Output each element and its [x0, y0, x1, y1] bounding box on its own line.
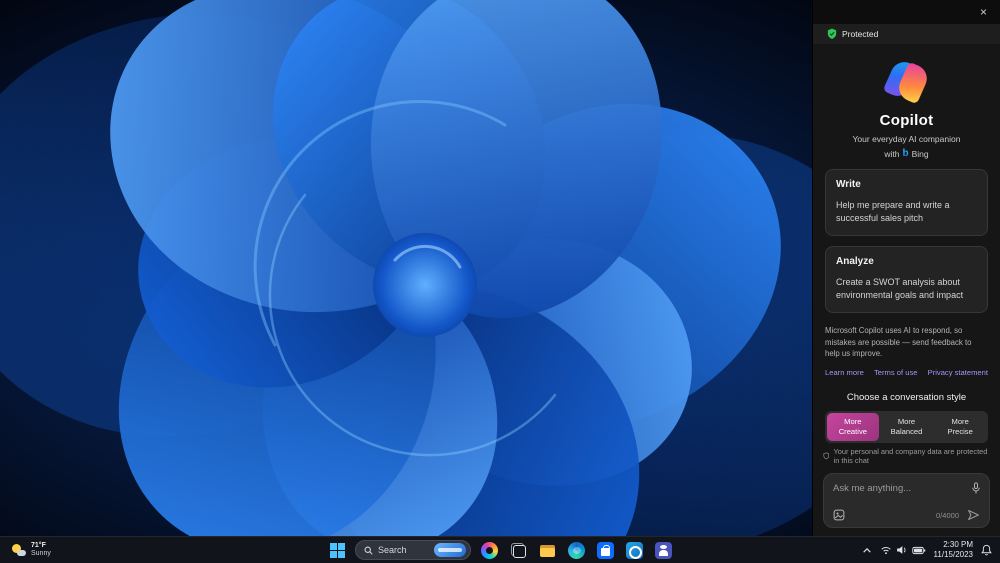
volume-icon — [896, 546, 906, 554]
shield-icon — [827, 28, 837, 39]
style-more-creative[interactable]: More Creative — [827, 413, 879, 441]
notification-bell-icon[interactable] — [981, 544, 992, 556]
start-button[interactable] — [326, 539, 348, 561]
search-icon — [364, 546, 373, 555]
add-image-icon[interactable] — [833, 509, 845, 521]
weather-condition: Sunny — [31, 550, 51, 557]
bing-label: Bing — [911, 148, 929, 159]
taskbar-app-edge[interactable] — [565, 539, 587, 561]
copilot-app-icon — [480, 541, 498, 559]
search-placeholder: Search — [378, 545, 407, 555]
clock[interactable]: 2:30 PM 11/15/2023 — [934, 540, 973, 559]
protected-banner: Protected — [813, 24, 1000, 44]
card-title: Write — [836, 179, 861, 190]
taskbar-app-copilot[interactable] — [478, 539, 500, 561]
ai-disclaimer: Microsoft Copilot uses AI to respond, so… — [825, 326, 972, 358]
battery-icon — [911, 546, 925, 554]
close-icon[interactable]: × — [976, 4, 991, 20]
chat-input-box: 0/4000 — [823, 473, 990, 528]
copilot-hero: Copilot Your everyday AI companion with … — [813, 57, 1000, 159]
terms-of-use-link[interactable]: Terms of use — [874, 368, 917, 377]
windows-desktop: × Protected Copilot Your everyday AI com… — [0, 0, 1000, 563]
shield-outline-icon — [823, 452, 830, 460]
learn-more-link[interactable]: Learn more — [825, 368, 864, 377]
copilot-title: Copilot — [879, 112, 934, 129]
legal-links: Learn more Terms of use Privacy statemen… — [825, 368, 988, 377]
send-icon[interactable] — [967, 509, 980, 521]
tray-time: 2:30 PM — [943, 540, 973, 550]
panel-topbar: × — [813, 0, 1000, 24]
style-more-precise[interactable]: More Precise — [934, 413, 986, 441]
outlook-icon — [625, 541, 643, 559]
suggestion-card-write[interactable]: Write Help me prepare and write a succes… — [825, 169, 988, 237]
bing-attribution: with b Bing — [813, 148, 1000, 159]
with-label: with — [884, 148, 900, 159]
microphone-icon[interactable] — [971, 482, 981, 495]
weather-sun-icon — [12, 544, 26, 556]
weather-temp: 71°F — [31, 541, 46, 549]
card-body: Create a SWOT analysis about environment… — [836, 277, 964, 300]
card-title: Analyze — [836, 256, 874, 268]
copilot-sidebar: × Protected Copilot Your everyday AI com… — [812, 0, 1000, 536]
conversation-style-heading: Choose a conversation style — [846, 392, 967, 404]
protected-label: Protected — [842, 29, 879, 39]
task-view-icon — [510, 542, 527, 559]
search-box[interactable]: Search — [355, 540, 471, 560]
tray-overflow-chevron-icon[interactable] — [862, 547, 872, 554]
taskbar-app-task-view[interactable] — [507, 539, 529, 561]
taskbar: 71°F Sunny Search 2:30 PM 11/15/2023 — [0, 536, 1000, 563]
conversation-style-selector: More Creative More Balanced More Precise — [825, 411, 988, 443]
bing-logo-icon: b — [902, 148, 909, 159]
taskbar-center: Search — [326, 539, 674, 561]
microsoft-store-icon — [596, 541, 614, 559]
windows-logo-icon — [329, 542, 345, 558]
wifi-icon — [880, 547, 891, 555]
search-highlight-badge — [434, 543, 466, 557]
char-counter: 0/4000 — [936, 510, 959, 520]
chat-input[interactable] — [833, 483, 965, 494]
suggestion-card-analyze[interactable]: Analyze Create a SWOT analysis about env… — [825, 246, 988, 314]
tray-date: 11/15/2023 — [933, 550, 973, 559]
teams-icon — [654, 541, 672, 559]
taskbar-app-store[interactable] — [594, 539, 616, 561]
edge-browser-icon — [567, 541, 585, 559]
privacy-statement-link[interactable]: Privacy statement — [928, 368, 988, 377]
weather-widget[interactable]: 71°F Sunny — [8, 540, 55, 560]
card-body: Help me prepare and write a successful s… — [836, 200, 950, 223]
copilot-subtitle: Your everyday AI companion — [852, 134, 961, 144]
panel-footer: Your personal and company data are prote… — [813, 447, 1000, 536]
system-tray: 2:30 PM 11/15/2023 — [862, 540, 992, 559]
quick-settings[interactable] — [880, 545, 926, 555]
copilot-logo-icon — [882, 57, 931, 105]
taskbar-app-file-explorer[interactable] — [536, 539, 558, 561]
file-explorer-icon — [539, 542, 556, 559]
taskbar-app-outlook[interactable] — [623, 539, 645, 561]
data-protection-note: Your personal and company data are prote… — [823, 447, 990, 465]
taskbar-app-teams[interactable] — [652, 539, 674, 561]
style-more-balanced[interactable]: More Balanced — [881, 413, 933, 441]
